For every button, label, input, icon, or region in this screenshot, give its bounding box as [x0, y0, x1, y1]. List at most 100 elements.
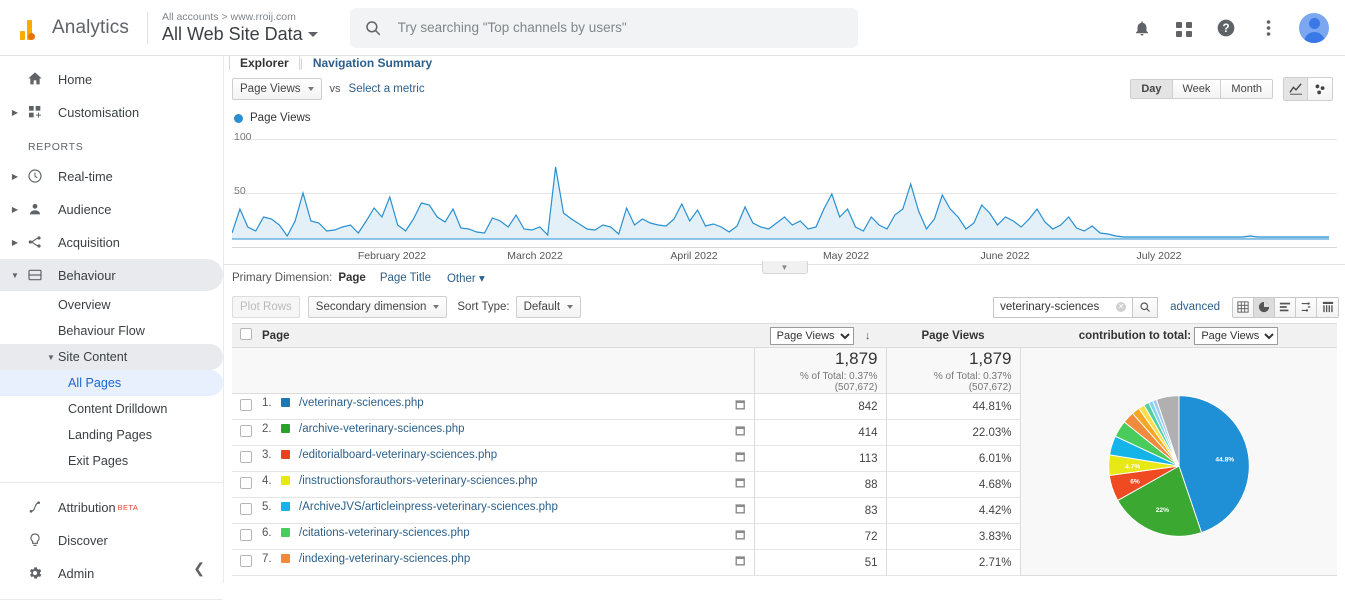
person-icon	[22, 201, 48, 217]
table-search-box[interactable]: ✕	[993, 297, 1133, 318]
property-title[interactable]: All Web Site Data	[162, 24, 318, 45]
sidebar-item-home[interactable]: Home	[0, 63, 223, 95]
select-all-checkbox[interactable]	[240, 328, 252, 340]
sidebar-item-overview[interactable]: Overview	[0, 292, 223, 318]
sidebar-item-acquisition[interactable]: ▶ Acquisition	[0, 226, 223, 258]
sidebar-navigation: Home ▶ Customisation REPORTS ▶ Real-time…	[0, 56, 224, 583]
row-checkbox[interactable]	[240, 529, 252, 541]
row-page-link[interactable]: /indexing-veterinary-sciences.php	[299, 553, 470, 565]
select-a-metric-link[interactable]: Select a metric	[349, 83, 425, 95]
sidebar-item-audience[interactable]: ▶ Audience	[0, 193, 223, 225]
performance-view-icon[interactable]	[1275, 298, 1296, 317]
sidebar-item-behaviour-flow[interactable]: Behaviour Flow	[0, 318, 223, 344]
sidebar-item-content-drilldown[interactable]: Content Drilldown	[0, 396, 223, 422]
primary-dimension-current: Page	[338, 272, 366, 284]
pie-slice-label: 22%	[1155, 507, 1168, 514]
open-in-new-icon[interactable]: 🗖	[735, 449, 745, 468]
row-page-link[interactable]: /citations-veterinary-sciences.php	[299, 527, 470, 539]
pivot-view-icon[interactable]	[1317, 298, 1338, 317]
chevron-right-icon: ▶	[8, 238, 22, 247]
row-checkbox[interactable]	[240, 451, 252, 463]
search-input[interactable]	[396, 19, 836, 36]
open-in-new-icon[interactable]: 🗖	[735, 527, 745, 546]
sort-type-button[interactable]: Default	[516, 296, 581, 318]
table-controls-row: Plot Rows Secondary dimension Sort Type:…	[224, 291, 1345, 323]
pie-view-icon[interactable]	[1254, 298, 1275, 317]
motion-chart-icon[interactable]	[1308, 78, 1332, 100]
granularity-day[interactable]: Day	[1131, 80, 1172, 98]
granularity-week[interactable]: Week	[1173, 80, 1222, 98]
open-in-new-icon[interactable]: 🗖	[735, 501, 745, 520]
row-page-link[interactable]: /instructionsforauthors-veterinary-scien…	[299, 475, 537, 487]
summary-metric-1: 1,879 % of Total: 0.37% (507,672)	[754, 348, 886, 394]
open-in-new-icon[interactable]: 🗖	[735, 475, 745, 494]
search-icon[interactable]	[1133, 297, 1158, 318]
sidebar-item-label: Home	[58, 72, 92, 87]
open-in-new-icon[interactable]: 🗖	[735, 553, 745, 572]
sidebar-item-customisation[interactable]: ▶ Customisation	[0, 96, 223, 128]
row-page-link[interactable]: /veterinary-sciences.php	[299, 397, 424, 409]
row-rank: 2.	[262, 423, 272, 435]
behaviour-icon	[22, 267, 48, 283]
avatar[interactable]	[1299, 13, 1329, 43]
row-checkbox[interactable]	[240, 555, 252, 567]
brand-title: Analytics	[52, 17, 129, 39]
sidebar-item-discover[interactable]: Discover	[0, 524, 223, 556]
sidebar-item-exit-pages[interactable]: Exit Pages	[0, 448, 223, 474]
plot-rows-button[interactable]: Plot Rows	[232, 296, 300, 318]
clear-icon[interactable]: ✕	[1116, 302, 1126, 312]
row-checkbox[interactable]	[240, 477, 252, 489]
sidebar-item-attribution[interactable]: Attribution BETA	[0, 491, 223, 523]
advanced-link[interactable]: advanced	[1170, 301, 1220, 313]
metric-dropdown[interactable]: Page Views	[232, 78, 322, 100]
row-page-link[interactable]: /editorialboard-veterinary-sciences.php	[299, 449, 497, 461]
row-pct: 44.81%	[886, 394, 1020, 420]
table-search-input[interactable]	[998, 300, 1116, 314]
account-selector[interactable]: All accounts > www.rroij.com All Web Sit…	[162, 11, 318, 45]
apps-grid-icon[interactable]	[1173, 17, 1195, 39]
sidebar-item-all-pages[interactable]: All Pages	[0, 370, 223, 396]
help-icon[interactable]: ?	[1215, 17, 1237, 39]
sort-descending-icon[interactable]: ↓	[865, 330, 871, 342]
row-views: 113	[754, 446, 886, 472]
table-view-icon[interactable]	[1233, 298, 1254, 317]
tab-explorer[interactable]: Explorer	[229, 56, 300, 70]
row-checkbox[interactable]	[240, 425, 252, 437]
row-views: 72	[754, 524, 886, 550]
granularity-month[interactable]: Month	[1221, 80, 1272, 98]
metric-select-dropdown[interactable]: Page Views	[770, 327, 854, 345]
global-search[interactable]	[350, 8, 858, 48]
tab-navigation-summary[interactable]: Navigation Summary	[303, 56, 442, 70]
row-checkbox[interactable]	[240, 503, 252, 515]
sidebar-item-admin[interactable]: Admin	[0, 557, 223, 589]
column-header-page: Page	[254, 324, 754, 348]
open-in-new-icon[interactable]: 🗖	[735, 397, 745, 416]
chevron-left-icon[interactable]: ❮	[193, 560, 205, 577]
row-select-cell	[232, 550, 254, 576]
expand-chart-icon[interactable]: ▼	[762, 261, 808, 274]
sidebar-item-behaviour[interactable]: ▼ Behaviour	[0, 259, 223, 291]
notifications-bell-icon[interactable]	[1131, 17, 1153, 39]
beta-badge: BETA	[118, 503, 139, 512]
primary-dimension-page-title[interactable]: Page Title	[380, 272, 431, 284]
primary-dimension-other[interactable]: Other ▾	[447, 271, 485, 285]
row-select-cell	[232, 420, 254, 446]
contribution-metric-dropdown[interactable]: Page Views	[1194, 327, 1278, 345]
sidebar-item-landing-pages[interactable]: Landing Pages	[0, 422, 223, 448]
row-page-link[interactable]: /archive-veterinary-sciences.php	[299, 423, 465, 435]
more-options-icon[interactable]	[1257, 17, 1279, 39]
table-summary-row: 1,879 % of Total: 0.37% (507,672) 1,879 …	[232, 348, 1337, 394]
open-in-new-icon[interactable]: 🗖	[735, 423, 745, 442]
row-rank: 7.	[262, 553, 272, 565]
sidebar-item-realtime[interactable]: ▶ Real-time	[0, 160, 223, 192]
sort-type-value: Default	[524, 301, 560, 313]
row-color-swatch	[281, 502, 290, 511]
comparison-view-icon[interactable]	[1296, 298, 1317, 317]
secondary-dimension-button[interactable]: Secondary dimension	[308, 296, 448, 318]
row-page-link[interactable]: /ArchiveJVS/articleinpress-veterinary-sc…	[299, 501, 558, 513]
line-chart-icon[interactable]	[1284, 78, 1308, 100]
sidebar-item-site-content[interactable]: ▼ Site Content	[0, 344, 223, 370]
sidebar-item-label: Customisation	[58, 105, 139, 120]
row-color-swatch	[281, 554, 290, 563]
row-checkbox[interactable]	[240, 399, 252, 411]
